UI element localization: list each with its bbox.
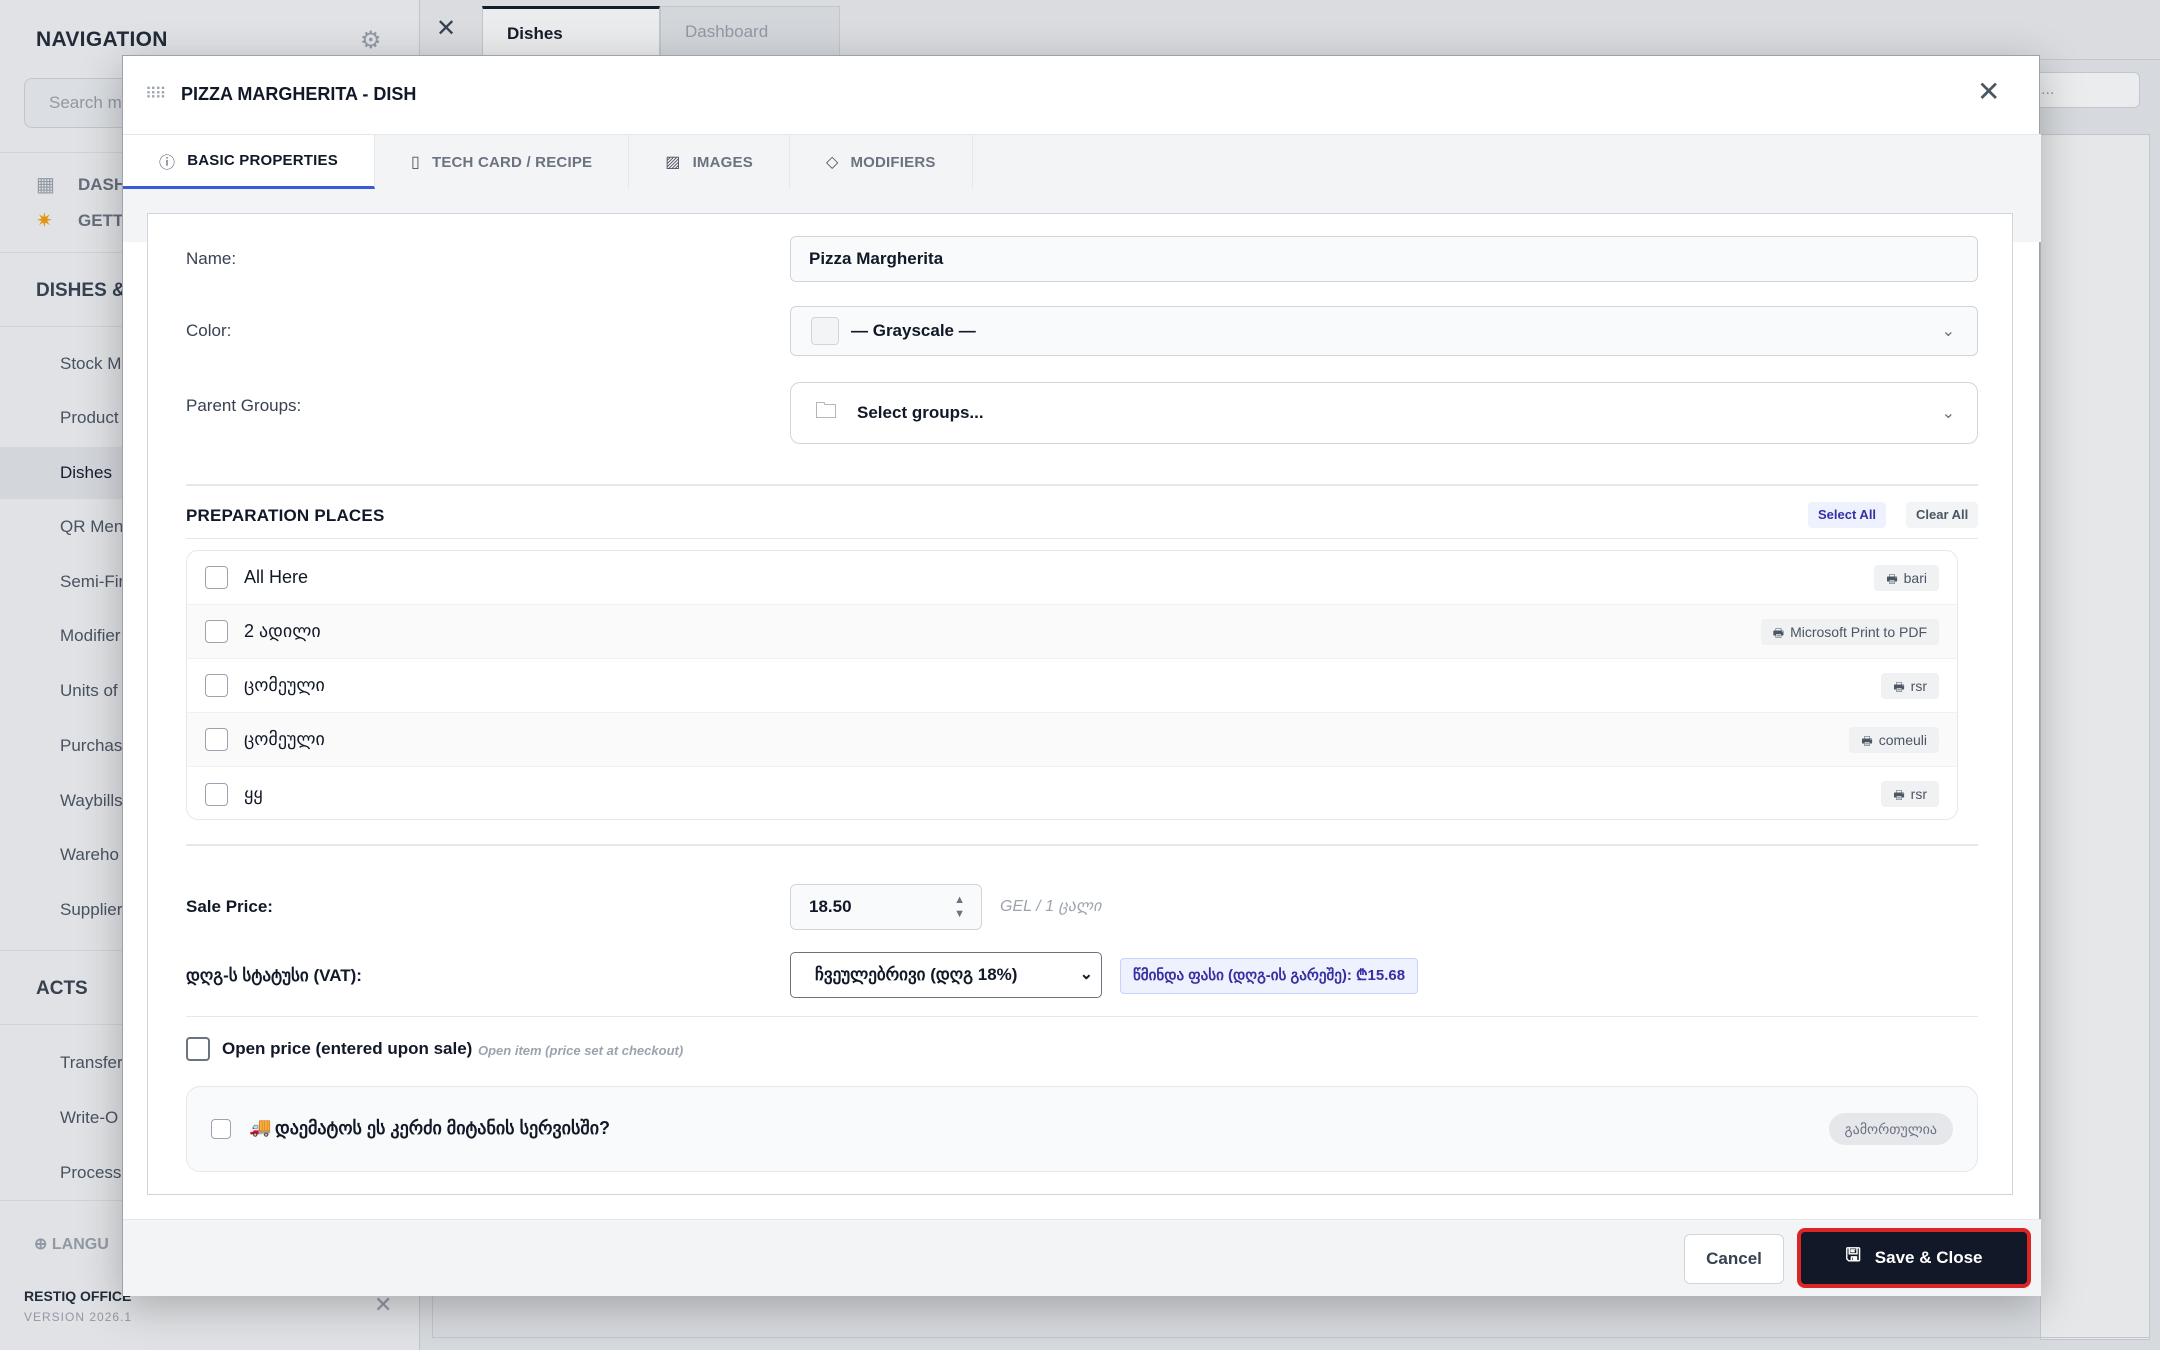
parent-groups-select[interactable]: 🗀 Select groups... ⌄	[790, 382, 1978, 444]
list-item[interactable]: ყყ 🖶 rsr	[187, 767, 1957, 819]
checkbox[interactable]	[205, 674, 228, 697]
divider	[186, 844, 1978, 846]
dish-modal: ⠿⠿ PIZZA MARGHERITA - DISH ✕ ⓘ BASIC PRO…	[122, 55, 2041, 1296]
color-value: — Grayscale —	[851, 321, 976, 340]
checkbox[interactable]	[205, 782, 228, 806]
open-price-hint: Open item (price set at checkout)	[478, 1043, 684, 1058]
name-input[interactable]: Pizza Margherita	[790, 236, 1978, 282]
tab-basic-properties[interactable]: ⓘ BASIC PROPERTIES	[123, 135, 375, 189]
printer-name: comeuli	[1878, 731, 1927, 748]
checkbox[interactable]	[205, 566, 228, 589]
delivery-label: დაემატოს ეს კერძი მიტანის სერვისში?	[275, 1118, 611, 1138]
modal-footer: Cancel 🖫 Save & Close	[123, 1219, 2041, 1296]
parent-groups-label: Parent Groups:	[186, 396, 302, 415]
list-item[interactable]: ცომეული 🖶 rsr	[187, 659, 1957, 713]
clear-all-button[interactable]: Clear All	[1906, 502, 1979, 528]
sale-price-unit: GEL / 1 ცალი	[1000, 898, 1101, 915]
list-item[interactable]: ცომეული 🖶 comeuli	[187, 713, 1957, 767]
printer-icon: 🖶	[1893, 788, 1905, 802]
color-swatch	[811, 317, 839, 345]
color-label: Color:	[186, 321, 232, 340]
printer-badge: 🖶 bari	[1874, 564, 1939, 591]
chevron-down-icon: ⌄	[1079, 966, 1093, 983]
vat-select[interactable]: ჩვეულებრივი (დღგ 18%) ⌄	[790, 952, 1102, 998]
delivery-checkbox[interactable]	[211, 1119, 231, 1139]
save-icon: 🖫	[1845, 1245, 1861, 1265]
vat-label: დღგ-ს სტატუსი (VAT):	[186, 966, 362, 985]
truck-icon: 🚚	[249, 1117, 272, 1137]
sale-price-label: Sale Price:	[186, 897, 273, 916]
spinner-icon[interactable]: ▲ ▼	[954, 893, 965, 921]
tab-label: IMAGES	[692, 153, 753, 171]
printer-icon: 🖶	[1861, 733, 1873, 748]
prep-place-name: ცომეული	[244, 729, 325, 749]
printer-name: rsr	[1910, 786, 1927, 802]
modal-header: ⠿⠿ PIZZA MARGHERITA - DISH ✕	[123, 56, 2041, 135]
cancel-button[interactable]: Cancel	[1684, 1234, 1784, 1284]
parent-groups-placeholder: Select groups...	[857, 403, 984, 422]
chevron-down-icon: ⌄	[1941, 405, 1955, 422]
sale-price-value: 18.50	[809, 897, 852, 916]
prep-place-name: All Here	[244, 567, 309, 587]
select-all-button[interactable]: Select All	[1808, 502, 1887, 528]
open-price-label: Open price (entered upon sale)	[222, 1039, 473, 1058]
tab-label: BASIC PROPERTIES	[187, 152, 338, 169]
printer-badge: 🖶 rsr	[1881, 672, 1939, 699]
name-label: Name:	[186, 249, 237, 268]
printer-name: rsr	[1910, 677, 1927, 694]
divider	[186, 538, 1978, 539]
printer-icon: 🖶	[1893, 679, 1905, 694]
list-item[interactable]: 2 ადილი 🖶 Microsoft Print to PDF	[187, 605, 1957, 659]
tab-label: MODIFIERS	[850, 153, 936, 171]
delivery-option: 🚚 დაემატოს ეს კერძი მიტანის სერვისში? გა…	[186, 1086, 1978, 1172]
preparation-places-title: PREPARATION PLACES	[186, 506, 385, 525]
tab-images[interactable]: ▨ IMAGES	[629, 135, 790, 189]
divider	[186, 1016, 1978, 1017]
drag-handle-icon[interactable]: ⠿⠿	[145, 84, 166, 104]
save-close-button[interactable]: 🖫 Save & Close	[1797, 1228, 2031, 1288]
list-item[interactable]: All Here 🖶 bari	[187, 551, 1957, 605]
net-price-badge: წმინდა ფასი (დღგ-ის გარეშე): ₾15.68	[1120, 958, 1419, 994]
open-price-checkbox[interactable]	[186, 1037, 210, 1061]
chevron-down-icon: ⌄	[1941, 323, 1955, 340]
modal-title: PIZZA MARGHERITA - DISH	[181, 84, 417, 104]
printer-name: Microsoft Print to PDF	[1790, 623, 1927, 640]
sale-price-input[interactable]: 18.50 ▲ ▼	[790, 884, 982, 930]
color-select[interactable]: — Grayscale — ⌄	[790, 306, 1978, 356]
document-icon: ▯	[410, 154, 420, 171]
printer-name: bari	[1903, 569, 1927, 586]
printer-badge: 🖶 rsr	[1881, 781, 1939, 807]
modal-close-icon[interactable]: ✕	[1977, 78, 2000, 106]
vat-value: ჩვეულებრივი (დღგ 18%)	[815, 965, 1018, 984]
delivery-status-badge: გამორთულია	[1828, 1113, 1953, 1145]
checkbox[interactable]	[205, 728, 228, 751]
tag-icon: ◇	[825, 154, 839, 171]
prep-place-name: ცომეული	[244, 675, 325, 695]
printer-badge: 🖶 comeuli	[1849, 726, 1939, 753]
tab-tech-card[interactable]: ▯ TECH CARD / RECIPE	[374, 135, 630, 189]
prep-place-name: ყყ	[244, 783, 263, 804]
printer-icon: 🖶	[1772, 625, 1785, 640]
prep-place-name: 2 ადილი	[244, 621, 321, 641]
modal-body: Name: Pizza Margherita Color: — Grayscal…	[147, 213, 2013, 1195]
image-icon: ▨	[665, 154, 681, 171]
preparation-places-list: All Here 🖶 bari 2 ადილი 🖶 Microsoft Print …	[186, 550, 1958, 820]
printer-icon: 🖶	[1886, 571, 1898, 586]
info-icon: ⓘ	[159, 154, 176, 172]
tab-label: TECH CARD / RECIPE	[431, 153, 593, 171]
save-close-label: Save & Close	[1874, 1248, 1983, 1267]
printer-badge: 🖶 Microsoft Print to PDF	[1760, 618, 1939, 645]
divider	[186, 484, 1978, 486]
folder-icon: 🗀	[815, 398, 838, 423]
checkbox[interactable]	[205, 620, 228, 643]
tab-modifiers[interactable]: ◇ MODIFIERS	[789, 135, 973, 189]
